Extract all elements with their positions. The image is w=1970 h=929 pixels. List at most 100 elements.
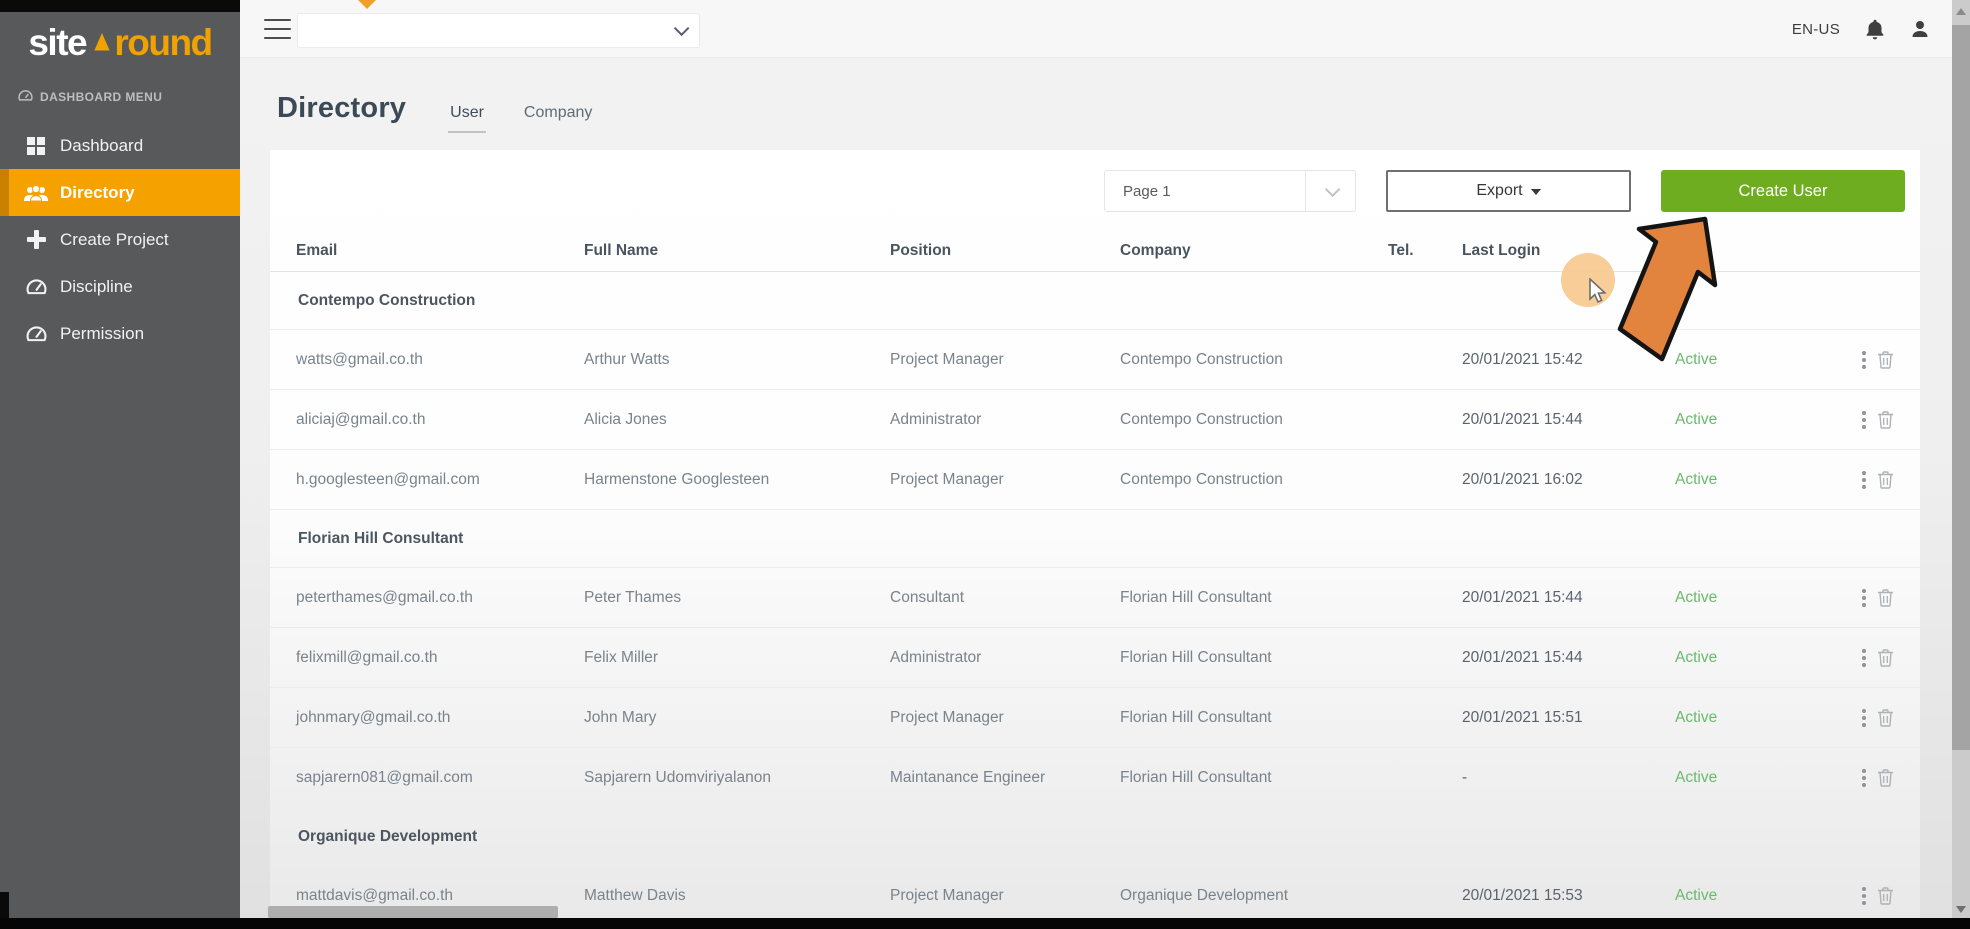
vertical-scrollbar-thumb[interactable] <box>1952 25 1970 750</box>
column-header: Email <box>296 242 584 260</box>
cell-last-login: 20/01/2021 15:53 <box>1462 887 1675 905</box>
kebab-menu-icon[interactable] <box>1860 587 1868 609</box>
cell-email: peterthames@gmail.co.th <box>296 589 584 607</box>
trash-icon[interactable] <box>1877 410 1894 429</box>
bell-icon[interactable] <box>1866 19 1884 40</box>
cell-position: Project Manager <box>890 471 1120 489</box>
horizontal-scrollbar-thumb[interactable] <box>268 906 558 918</box>
sidebar-item-create-project[interactable]: Create Project <box>0 216 240 263</box>
sidebar-item-discipline[interactable]: Discipline <box>0 263 240 310</box>
topbar: EN-US <box>240 0 1952 58</box>
sidebar-item-label: Discipline <box>60 277 133 297</box>
cell-position: Administrator <box>890 411 1120 429</box>
row-actions <box>1860 885 1908 907</box>
brand-triangle-icon: ▲ <box>89 22 113 58</box>
tab-user[interactable]: User <box>448 104 486 133</box>
cell-company: Florian Hill Consultant <box>1120 589 1388 607</box>
kebab-menu-icon[interactable] <box>1860 409 1868 431</box>
page-select[interactable]: Page 1 <box>1104 170 1356 212</box>
cell-company: Florian Hill Consultant <box>1120 709 1388 727</box>
trash-icon[interactable] <box>1877 648 1894 667</box>
cell-status: Active <box>1675 411 1860 429</box>
sidebar-item-dashboard[interactable]: Dashboard <box>0 122 240 169</box>
video-marker-icon <box>358 0 376 9</box>
cell-email: sapjarern081@gmail.com <box>296 769 584 787</box>
row-actions <box>1860 469 1908 491</box>
sidebar-item-label: Permission <box>60 324 144 344</box>
trash-icon[interactable] <box>1877 350 1894 369</box>
directory-tabs: User Company <box>448 104 594 133</box>
table-row: aliciaj@gmail.co.th Alicia Jones Adminis… <box>270 390 1920 450</box>
column-header: Tel. <box>1388 242 1462 260</box>
cell-status: Active <box>1675 649 1860 667</box>
kebab-menu-icon[interactable] <box>1860 885 1868 907</box>
cell-company: Organique Development <box>1120 887 1388 905</box>
cell-last-login: 20/01/2021 15:44 <box>1462 649 1675 667</box>
brand-logo[interactable]: site▲round <box>0 14 240 72</box>
column-header: Company <box>1120 242 1388 260</box>
cell-full-name: Alicia Jones <box>584 411 890 429</box>
cell-full-name: Sapjarern Udomviriyalanon <box>584 769 890 787</box>
brand-logo-round: round <box>114 22 211 64</box>
trash-icon[interactable] <box>1877 886 1894 905</box>
gauge-icon <box>24 279 48 295</box>
hamburger-menu-icon[interactable] <box>264 19 291 39</box>
sidebar-item-label: Create Project <box>60 230 169 250</box>
cell-position: Project Manager <box>890 351 1120 369</box>
kebab-menu-icon[interactable] <box>1860 707 1868 729</box>
cell-email: mattdavis@gmail.co.th <box>296 887 584 905</box>
cell-company: Contempo Construction <box>1120 411 1388 429</box>
sidebar-item-permission[interactable]: Permission <box>0 310 240 357</box>
page-select-dropdown[interactable] <box>1305 171 1355 211</box>
trash-icon[interactable] <box>1877 470 1894 489</box>
cell-full-name: Peter Thames <box>584 589 890 607</box>
scroll-down-arrow-icon[interactable] <box>1956 906 1966 913</box>
kebab-menu-icon[interactable] <box>1860 647 1868 669</box>
sidebar-top-strip <box>0 0 240 12</box>
cell-email: watts@gmail.co.th <box>296 351 584 369</box>
table-row: sapjarern081@gmail.com Sapjarern Udomvir… <box>270 748 1920 808</box>
tab-company[interactable]: Company <box>522 104 594 133</box>
user-profile-icon[interactable] <box>1910 19 1930 39</box>
plus-icon <box>24 230 48 249</box>
sidebar-item-label: Directory <box>60 183 135 203</box>
cell-last-login: 20/01/2021 15:44 <box>1462 589 1675 607</box>
cell-last-login: 20/01/2021 16:02 <box>1462 471 1675 489</box>
cell-company: Contempo Construction <box>1120 471 1388 489</box>
cell-email: h.googlesteen@gmail.com <box>296 471 584 489</box>
cell-email: felixmill@gmail.co.th <box>296 649 584 667</box>
language-selector[interactable]: EN-US <box>1792 21 1840 38</box>
group-name: Contempo Construction <box>298 292 475 310</box>
cell-position: Maintanance Engineer <box>890 769 1120 787</box>
grid-icon <box>24 136 48 156</box>
kebab-menu-icon[interactable] <box>1860 469 1868 491</box>
sidebar-nav: Dashboard Directory Create Project Disci… <box>0 122 240 357</box>
cell-full-name: Matthew Davis <box>584 887 890 905</box>
table-row: h.googlesteen@gmail.com Harmenstone Goog… <box>270 450 1920 510</box>
cell-last-login: 20/01/2021 15:51 <box>1462 709 1675 727</box>
caret-down-icon <box>1531 189 1541 195</box>
cell-last-login: 20/01/2021 15:44 <box>1462 411 1675 429</box>
kebab-menu-icon[interactable] <box>1860 767 1868 789</box>
kebab-menu-icon[interactable] <box>1860 349 1868 371</box>
row-actions <box>1860 349 1908 371</box>
cell-position: Administrator <box>890 649 1120 667</box>
group-name: Organique Development <box>298 828 477 846</box>
cell-status: Active <box>1675 769 1860 787</box>
company-group-header: Florian Hill Consultant <box>270 510 1920 568</box>
vertical-scrollbar[interactable] <box>1952 0 1970 929</box>
cell-full-name: Harmenstone Googlesteen <box>584 471 890 489</box>
trash-icon[interactable] <box>1877 588 1894 607</box>
brand-logo-site: site <box>28 22 86 64</box>
chevron-down-icon <box>674 21 690 37</box>
column-header: Full Name <box>584 242 890 260</box>
tutorial-arrow-icon <box>1558 192 1758 387</box>
sidebar-item-directory[interactable]: Directory <box>0 169 240 216</box>
scroll-up-arrow-icon[interactable] <box>1956 8 1966 15</box>
trash-icon[interactable] <box>1877 708 1894 727</box>
cell-company: Florian Hill Consultant <box>1120 649 1388 667</box>
trash-icon[interactable] <box>1877 768 1894 787</box>
column-header: Position <box>890 242 1120 260</box>
table-row: peterthames@gmail.co.th Peter Thames Con… <box>270 568 1920 628</box>
project-select[interactable] <box>297 13 700 48</box>
